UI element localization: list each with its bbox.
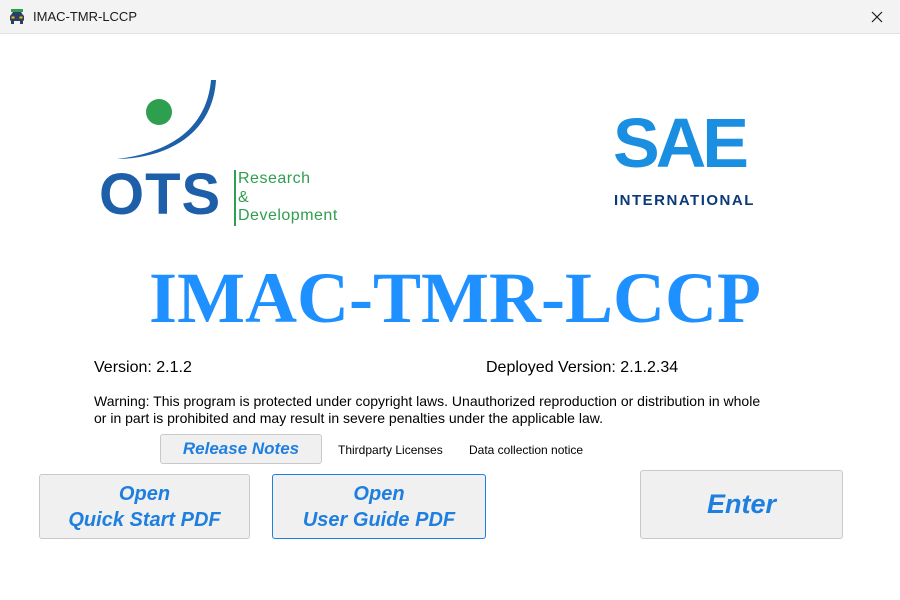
sae-logo: SAE INTERNATIONAL: [610, 108, 785, 214]
ots-logo-letters: OTS: [99, 162, 222, 227]
quick-start-label-line1: Open: [118, 482, 171, 505]
ots-logo-line-development: Development: [238, 207, 338, 224]
car-icon: [10, 9, 24, 24]
enter-button[interactable]: Enter: [640, 470, 843, 539]
ots-logo: OTS Research & Development: [95, 80, 385, 240]
version-label: Version: 2.1.2: [94, 359, 192, 376]
app-title: IMAC-TMR-LCCP: [149, 258, 761, 338]
release-notes-button[interactable]: Release Notes: [160, 434, 322, 464]
copyright-warning: Warning: This program is protected under…: [94, 393, 761, 426]
sae-logo-subtitle: INTERNATIONAL: [614, 192, 755, 209]
ots-swoosh-icon: [117, 80, 216, 159]
quick-start-label-line2: Quick Start PDF: [68, 508, 221, 531]
ots-logo-line-ampersand: &: [238, 188, 250, 206]
title-bar: IMAC-TMR-LCCP: [0, 0, 900, 34]
user-guide-label-line2: User Guide PDF: [302, 508, 456, 531]
open-user-guide-pdf-button[interactable]: Open User Guide PDF: [272, 474, 486, 539]
open-quick-start-pdf-button[interactable]: Open Quick Start PDF: [39, 474, 250, 539]
window-title: IMAC-TMR-LCCP: [33, 9, 137, 24]
sae-logo-letters: SAE: [613, 104, 749, 182]
ots-logo-divider: [234, 170, 236, 226]
data-collection-notice-link[interactable]: Data collection notice: [469, 443, 583, 457]
user-guide-label-line1: Open: [353, 482, 405, 505]
thirdparty-licenses-link[interactable]: Thirdparty Licenses: [338, 443, 443, 457]
ots-logo-subtitle: Research & Development: [238, 170, 338, 226]
deployed-version-label: Deployed Version: 2.1.2.34: [486, 359, 679, 376]
close-button[interactable]: [854, 0, 900, 34]
ots-logo-line-research: Research: [238, 170, 311, 187]
close-icon: [871, 11, 883, 23]
